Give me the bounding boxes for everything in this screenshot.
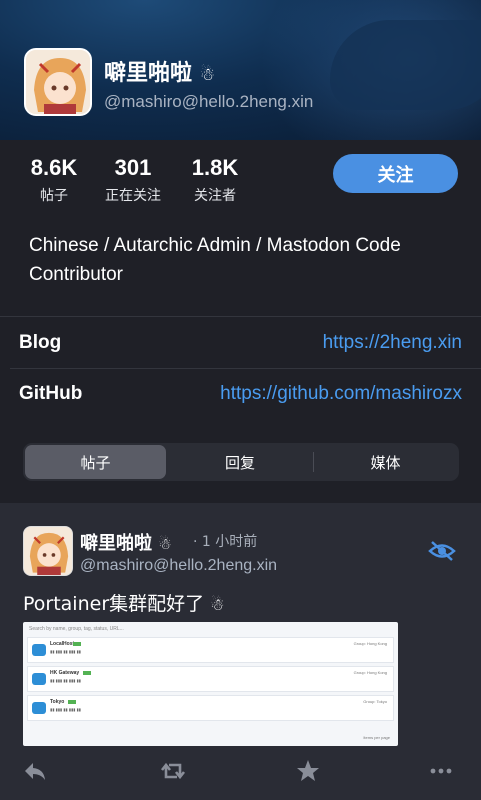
tab-posts[interactable]: 帖子 [25, 445, 166, 479]
post-timestamp: · 1 小时前 [193, 534, 258, 550]
status-badge [73, 642, 81, 646]
docker-icon [32, 702, 46, 714]
tab-media[interactable]: 媒体 [314, 445, 457, 479]
cluster-name: HK Gateway [50, 670, 80, 676]
attachment-search-text: Search by name, group, tag, status, URL.… [29, 626, 124, 632]
field-name-blog: Blog [19, 332, 62, 353]
visibility-icon[interactable] [428, 540, 456, 562]
profile-avatar[interactable] [24, 48, 92, 116]
stat-followers-label: 关注者 [194, 188, 236, 204]
emoji-icon: ☃ [199, 65, 215, 85]
stat-following-value: 301 [114, 155, 152, 180]
post-media-attachment[interactable]: Search by name, group, tag, status, URL.… [23, 622, 398, 746]
attachment-cluster-card: Tokyo ▮▮ ▮▮▮ ▮▮ ▮▮▮ ▮▮ Group: Tokyo [27, 695, 394, 721]
attachment-footer: Items per page [363, 735, 390, 740]
profile-handle: @mashiro@hello.2heng.xin [104, 92, 314, 111]
attachment-cluster-card: HK Gateway ▮▮ ▮▮▮ ▮▮ ▮▮▮ ▮▮ Group: Hong … [27, 666, 394, 692]
cluster-details: ▮▮ ▮▮▮ ▮▮ ▮▮▮ ▮▮ [50, 678, 81, 683]
status-badge [68, 700, 76, 704]
field-value-github-link[interactable]: https://github.com/mashirozx [220, 383, 462, 405]
stat-following-label: 正在关注 [105, 188, 161, 204]
emoji-icon: ☃ [210, 595, 225, 614]
stat-followers[interactable]: 1.8K 关注者 [187, 155, 243, 205]
cluster-group: Group: Hong Kong [353, 670, 387, 675]
cluster-group: Group: Tokyo [363, 699, 387, 704]
divider [0, 316, 481, 317]
more-icon[interactable] [428, 758, 454, 784]
cluster-name: Tokyo [50, 699, 65, 705]
profile-name-text: 噼里啪啦 [104, 61, 193, 86]
field-value-blog-link[interactable]: https://2heng.xin [323, 332, 462, 354]
stat-following[interactable]: 301 正在关注 [100, 155, 166, 205]
profile-display-name: 噼里啪啦 ☃ [104, 55, 215, 87]
cluster-details: ▮▮ ▮▮▮ ▮▮ ▮▮▮ ▮▮ [50, 649, 81, 654]
banner-whale-shape [330, 20, 481, 110]
boost-icon[interactable] [160, 758, 186, 784]
cluster-name: LocalHost [50, 641, 75, 647]
post-author-name[interactable]: 噼里啪啦 ☃ [80, 529, 172, 555]
cluster-group: Group: Hong Kong [353, 641, 387, 646]
attachment-cluster-card: LocalHost ▮▮ ▮▮▮ ▮▮ ▮▮▮ ▮▮ Group: Hong K… [27, 637, 394, 663]
stat-posts-label: 帖子 [40, 188, 68, 204]
follow-button[interactable]: 关注 [333, 154, 458, 193]
post-author-handle: @mashiro@hello.2heng.xin [80, 557, 278, 574]
field-name-github: GitHub [19, 383, 83, 404]
docker-icon [32, 673, 46, 685]
post-author-avatar[interactable] [23, 526, 73, 576]
post-author-name-text: 噼里啪啦 [80, 533, 152, 554]
profile-bio: Chinese / Autarchic Admin / Mastodon Cod… [29, 235, 401, 285]
stat-posts-value: 8.6K [30, 155, 78, 180]
docker-icon [32, 644, 46, 656]
emoji-icon: ☃ [158, 535, 172, 553]
profile-field-blog: Blog https://2heng.xin [0, 318, 481, 368]
tab-replies[interactable]: 回复 [168, 445, 312, 479]
stat-posts[interactable]: 8.6K 帖子 [28, 155, 80, 205]
favourite-icon[interactable] [295, 758, 321, 784]
post-content: Portainer集群配好了 ☃ [23, 589, 225, 616]
cluster-details: ▮▮ ▮▮▮ ▮▮ ▮▮▮ ▮▮ [50, 707, 81, 712]
profile-tabs: 帖子 回复 媒体 [23, 443, 459, 481]
post-action-bar [0, 758, 481, 788]
status-badge [83, 671, 91, 675]
profile-field-github: GitHub https://github.com/mashirozx [0, 369, 481, 419]
post-content-text: Portainer集群配好了 [23, 593, 205, 615]
stat-followers-value: 1.8K [191, 155, 239, 180]
reply-icon[interactable] [22, 758, 48, 784]
